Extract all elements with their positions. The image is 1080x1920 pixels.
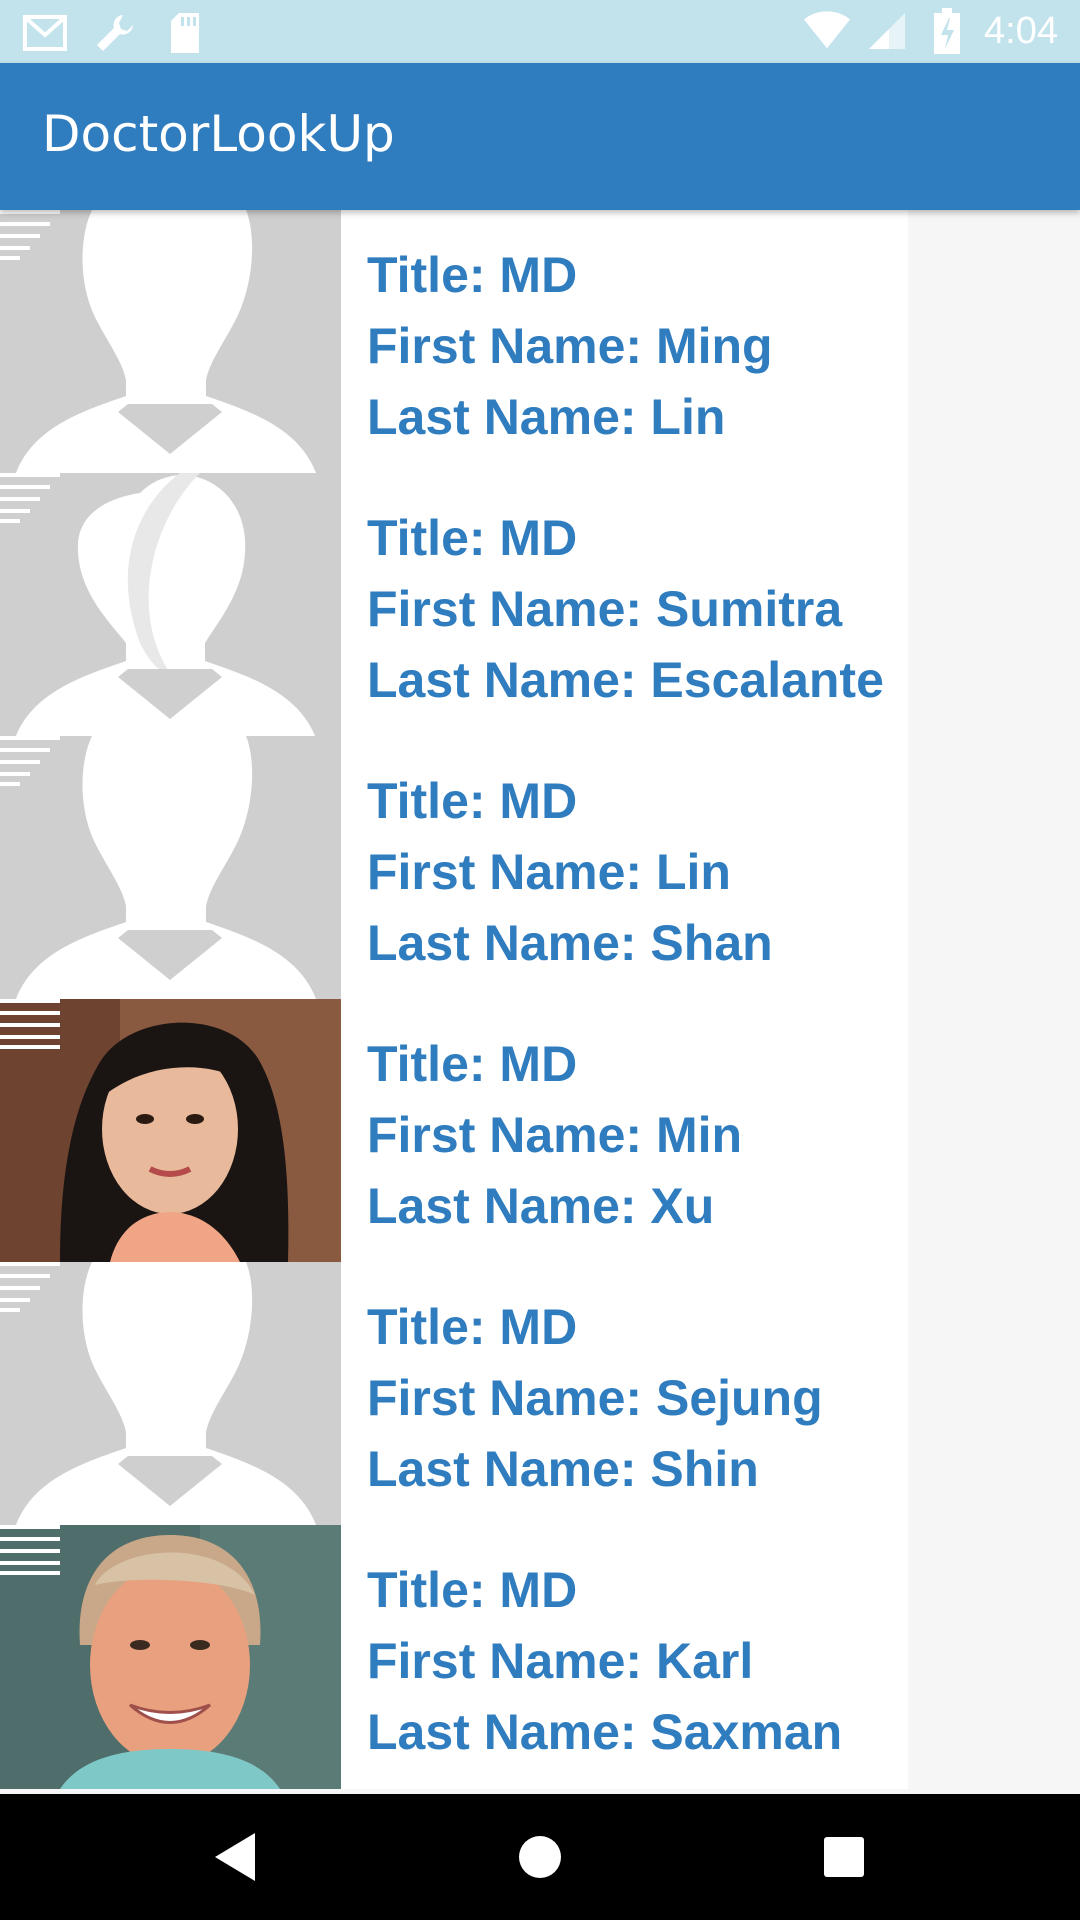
list-item[interactable]: Title: MD First Name: Lin Last Name: Sha… xyxy=(0,736,908,999)
male-placeholder-avatar xyxy=(0,736,341,999)
doctor-first-name: First Name: Karl xyxy=(367,1633,754,1689)
doctor-first-name: First Name: Ming xyxy=(367,318,773,374)
doctor-title: Title: MD xyxy=(367,510,578,566)
app-bar: DoctorLookUp xyxy=(0,63,1080,210)
menu-lines-icon xyxy=(0,1262,60,1312)
list-item[interactable]: Title: MD First Name: Sumitra Last Name:… xyxy=(0,473,908,736)
back-icon[interactable] xyxy=(205,1826,267,1888)
doctor-first-name: First Name: Lin xyxy=(367,844,731,900)
doctor-title: Title: MD xyxy=(367,773,578,829)
doctor-title: Title: MD xyxy=(367,1562,578,1618)
portrait-photo xyxy=(0,999,341,1262)
doctor-list[interactable]: Title: MD First Name: Ming Last Name: Li… xyxy=(0,210,908,1789)
list-item[interactable]: Title: MD First Name: Ming Last Name: Li… xyxy=(0,210,908,473)
doctor-info: Title: MD First Name: Ming Last Name: Li… xyxy=(367,240,773,453)
doctor-first-name: First Name: Sejung xyxy=(367,1370,823,1426)
female-placeholder-avatar xyxy=(0,473,341,736)
list-item[interactable]: Title: MD First Name: Karl Last Name: Sa… xyxy=(0,1525,908,1789)
doctor-last-name: Last Name: Lin xyxy=(367,389,726,445)
menu-lines-icon xyxy=(0,999,60,1049)
doctor-last-name: Last Name: Shan xyxy=(367,915,773,971)
male-placeholder-avatar xyxy=(0,210,341,473)
doctor-title: Title: MD xyxy=(367,1036,578,1092)
navigation-bar xyxy=(0,1794,1080,1920)
doctor-last-name: Last Name: Xu xyxy=(367,1178,715,1234)
list-item[interactable]: Title: MD First Name: Min Last Name: Xu xyxy=(0,999,908,1262)
wrench-icon xyxy=(92,10,138,56)
doctor-info: Title: MD First Name: Lin Last Name: Sha… xyxy=(367,766,773,979)
signal-icon xyxy=(864,8,910,54)
doctor-info: Title: MD First Name: Karl Last Name: Sa… xyxy=(367,1555,842,1768)
menu-lines-icon xyxy=(0,210,60,260)
male-placeholder-avatar xyxy=(0,1262,341,1525)
app-title: DoctorLookUp xyxy=(42,105,395,163)
doctor-first-name: First Name: Min xyxy=(367,1107,743,1163)
doctor-title: Title: MD xyxy=(367,1299,578,1355)
menu-lines-icon xyxy=(0,473,60,523)
portrait-photo xyxy=(0,1525,341,1789)
doctor-info: Title: MD First Name: Min Last Name: Xu xyxy=(367,1029,742,1242)
battery-charging-icon xyxy=(924,8,970,54)
wifi-icon xyxy=(804,8,851,54)
menu-lines-icon xyxy=(0,1525,60,1575)
gmail-icon xyxy=(22,10,68,56)
clock: 4:04 xyxy=(984,9,1058,52)
doctor-title: Title: MD xyxy=(367,247,578,303)
doctor-last-name: Last Name: Saxman xyxy=(367,1704,843,1760)
menu-lines-icon xyxy=(0,736,60,786)
home-icon[interactable] xyxy=(509,1826,571,1888)
doctor-first-name: First Name: Sumitra xyxy=(367,581,843,637)
doctor-info: Title: MD First Name: Sumitra Last Name:… xyxy=(367,503,884,716)
doctor-info: Title: MD First Name: Sejung Last Name: … xyxy=(367,1292,823,1505)
status-bar: 4:04 xyxy=(0,0,1080,63)
sd-card-icon xyxy=(162,10,208,56)
list-item[interactable]: Title: MD First Name: Sejung Last Name: … xyxy=(0,1262,908,1525)
doctor-last-name: Last Name: Escalante xyxy=(367,652,884,708)
doctor-last-name: Last Name: Shin xyxy=(367,1441,759,1497)
recents-icon[interactable] xyxy=(813,1826,875,1888)
